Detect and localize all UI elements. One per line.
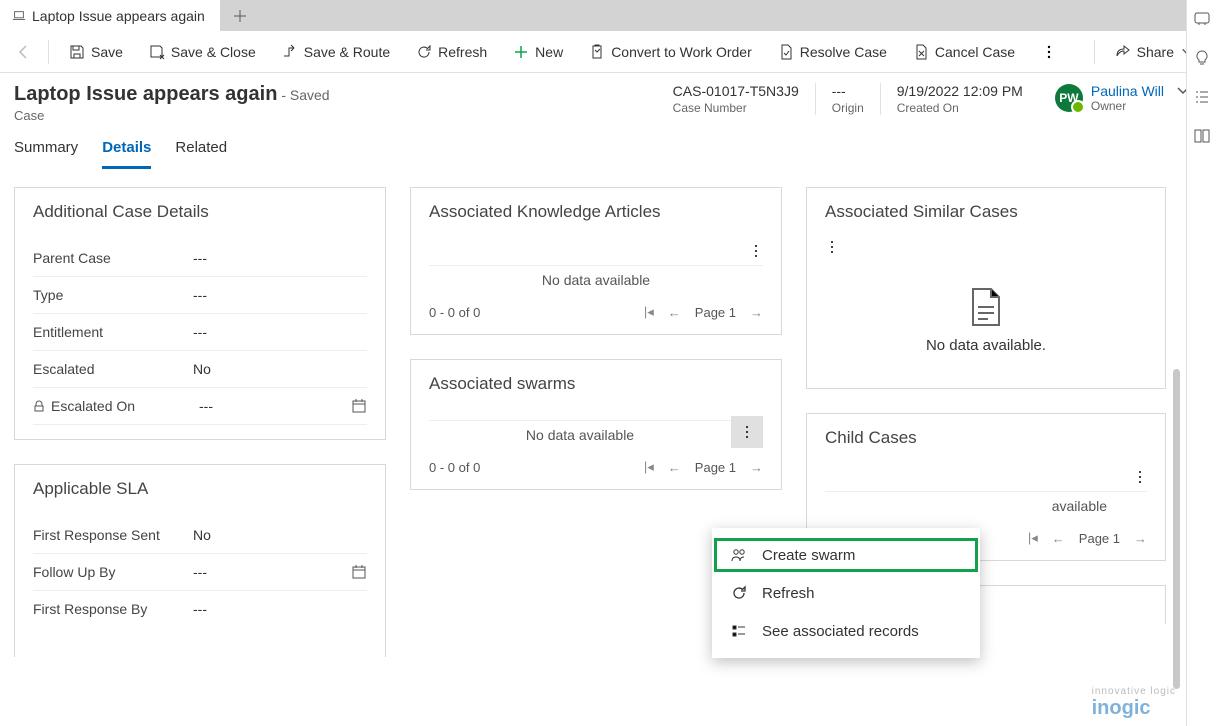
menu-see-associated[interactable]: See associated records: [712, 612, 980, 650]
pager-prev[interactable]: ←: [668, 305, 681, 320]
pager-prev[interactable]: ←: [668, 460, 681, 475]
more-vertical-icon: [749, 244, 763, 258]
tab-summary[interactable]: Summary: [14, 139, 78, 169]
plus-icon: [233, 9, 247, 23]
first-response-by-field[interactable]: First Response By---: [33, 591, 367, 627]
more-vertical-icon: [1041, 44, 1057, 60]
header-owner[interactable]: PW Paulina Will Owner: [1039, 83, 1164, 113]
checklist-icon[interactable]: [1193, 88, 1211, 109]
entitlement-field[interactable]: Entitlement---: [33, 314, 367, 351]
plus-icon: [513, 44, 529, 60]
cancel-doc-icon: [913, 44, 929, 60]
pager-next[interactable]: →: [750, 460, 763, 475]
convert-button[interactable]: Convert to Work Order: [579, 38, 762, 66]
resolve-button[interactable]: Resolve Case: [768, 38, 897, 66]
save-status: - Saved: [281, 87, 329, 103]
command-bar: Save Save & Close Save & Route Refresh N…: [0, 31, 1216, 73]
share-icon: [1115, 44, 1131, 60]
arrow-left-icon: [16, 44, 32, 60]
pager-first[interactable]: |◂: [644, 459, 654, 475]
swarms-more-button[interactable]: [731, 416, 763, 448]
similar-cases-card: Associated Similar Cases No data availab…: [806, 187, 1166, 389]
swarms-context-menu: Create swarm Refresh See associated reco…: [712, 528, 980, 658]
form-header: Laptop Issue appears again - Saved Case …: [0, 73, 1216, 127]
book-icon[interactable]: [1193, 127, 1211, 148]
copilot-icon[interactable]: [1193, 10, 1211, 31]
knowledge-more-button[interactable]: [749, 245, 763, 261]
new-button[interactable]: New: [503, 38, 573, 66]
tab-details[interactable]: Details: [102, 139, 151, 169]
lock-icon: [33, 400, 45, 412]
header-case-number: CAS-01017-T5N3J9 Case Number: [657, 83, 815, 115]
entity-label: Case: [14, 108, 330, 123]
scrollbar[interactable]: [1173, 369, 1180, 689]
pager-next[interactable]: →: [750, 305, 763, 320]
similar-more-button[interactable]: [825, 241, 839, 257]
pager-next[interactable]: →: [1134, 531, 1147, 546]
tab-title: Laptop Issue appears again: [32, 8, 205, 24]
new-tab-button[interactable]: [220, 9, 260, 23]
window-tab-bar: Laptop Issue appears again: [0, 0, 1216, 31]
refresh-icon: [416, 44, 432, 60]
list-icon: [730, 622, 748, 640]
header-origin: --- Origin: [815, 83, 880, 115]
window-tab[interactable]: Laptop Issue appears again: [0, 0, 220, 31]
save-route-button[interactable]: Save & Route: [272, 38, 400, 66]
parent-case-field[interactable]: Parent Case---: [33, 240, 367, 277]
save-icon: [69, 44, 85, 60]
lightbulb-icon[interactable]: [1193, 49, 1211, 70]
save-close-button[interactable]: Save & Close: [139, 38, 266, 66]
refresh-button[interactable]: Refresh: [406, 38, 497, 66]
associated-swarms-card: Associated swarms No data available 0 - …: [410, 359, 782, 490]
save-button[interactable]: Save: [59, 38, 133, 66]
pager-first[interactable]: |◂: [644, 304, 654, 320]
people-icon: [730, 546, 748, 564]
knowledge-articles-card: Associated Knowledge Articles No data av…: [410, 187, 782, 335]
form-tabs: Summary Details Related: [0, 127, 1216, 169]
more-vertical-icon: [1133, 470, 1147, 484]
tab-related[interactable]: Related: [175, 139, 227, 169]
applicable-sla-card: Applicable SLA First Response SentNo Fol…: [14, 464, 386, 657]
follow-up-by-field[interactable]: Follow Up By---: [33, 554, 367, 591]
pager-prev[interactable]: ←: [1052, 531, 1065, 546]
pager-first[interactable]: |◂: [1028, 530, 1038, 546]
additional-case-details-card: Additional Case Details Parent Case--- T…: [14, 187, 386, 440]
overflow-button[interactable]: [1031, 38, 1067, 66]
owner-name[interactable]: Paulina Will: [1091, 83, 1164, 99]
more-vertical-icon: [740, 425, 754, 439]
more-vertical-icon: [825, 240, 839, 254]
check-doc-icon: [778, 44, 794, 60]
avatar: PW: [1055, 84, 1083, 112]
type-field[interactable]: Type---: [33, 277, 367, 314]
record-title: Laptop Issue appears again: [14, 83, 277, 105]
document-icon: [969, 287, 1003, 327]
menu-refresh[interactable]: Refresh: [712, 574, 980, 612]
child-more-button[interactable]: [1133, 471, 1147, 487]
form-body: Additional Case Details Parent Case--- T…: [0, 169, 1216, 675]
escalated-field[interactable]: EscalatedNo: [33, 351, 367, 388]
side-panel: [1186, 0, 1216, 726]
header-created-on: 9/19/2022 12:09 PM Created On: [880, 83, 1039, 115]
clipboard-icon: [589, 44, 605, 60]
refresh-icon: [730, 584, 748, 602]
escalated-on-field[interactable]: Escalated On ---: [33, 388, 367, 425]
route-icon: [282, 44, 298, 60]
watermark: innovative logic inogic: [1092, 686, 1176, 720]
menu-create-swarm[interactable]: Create swarm: [712, 536, 980, 574]
calendar-icon[interactable]: [351, 398, 367, 414]
save-close-icon: [149, 44, 165, 60]
back-button[interactable]: [10, 38, 38, 66]
laptop-icon: [12, 9, 26, 23]
first-response-sent-field[interactable]: First Response SentNo: [33, 517, 367, 554]
calendar-icon[interactable]: [351, 564, 367, 580]
cancel-case-button[interactable]: Cancel Case: [903, 38, 1025, 66]
